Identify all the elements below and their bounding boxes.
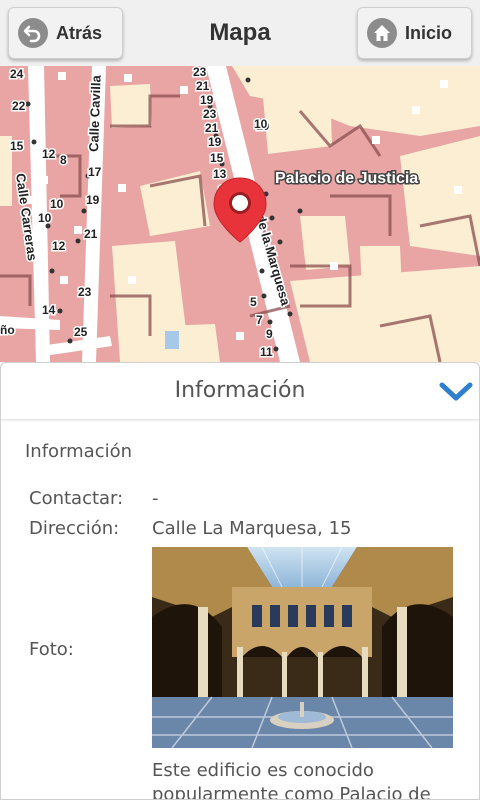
map-number: 19 <box>208 135 222 149</box>
map-number: 23 <box>78 285 92 299</box>
info-panel: Información Información Contactar: - Dir… <box>0 362 480 800</box>
place-label: Palacio de Justicia <box>275 170 418 187</box>
photo-label: Foto: <box>29 639 74 660</box>
street-label-cavilla: Calle Cavilla <box>86 74 104 152</box>
map-view[interactable]: 24 22 23 21 19 23 21 19 10 15 13 17 17 1… <box>0 66 480 362</box>
map-number: ño <box>0 323 15 337</box>
map-number: 19 <box>86 193 100 207</box>
map-number: 13 <box>213 167 227 181</box>
back-button[interactable]: Atrás <box>8 7 123 59</box>
map-number: 11 <box>260 345 273 359</box>
map-number: 12 <box>52 239 66 253</box>
map-number: 10 <box>38 211 52 225</box>
home-button-label: Inicio <box>405 22 453 43</box>
map-number: 21 <box>205 121 219 135</box>
map-number: 22 <box>12 99 26 113</box>
map-number: 24 <box>10 67 24 81</box>
map-number: 23 <box>193 66 207 79</box>
top-bar: Mapa Atrás Inicio <box>0 0 480 67</box>
home-icon <box>367 18 397 48</box>
map-number: 5 <box>250 295 257 309</box>
map-canvas: 24 22 23 21 19 23 21 19 10 15 13 17 17 1… <box>0 66 480 362</box>
map-number: 9 <box>266 327 273 341</box>
map-number: 15 <box>10 139 24 153</box>
chevron-down-icon[interactable] <box>439 379 473 403</box>
map-number: 21 <box>84 227 98 241</box>
info-panel-header[interactable]: Información <box>1 363 479 420</box>
contact-value: - <box>152 488 159 509</box>
contact-label: Contactar: <box>29 488 124 509</box>
map-number: 12 <box>42 147 56 161</box>
info-panel-title: Información <box>174 378 306 403</box>
home-button[interactable]: Inicio <box>357 7 472 59</box>
back-arrow-icon <box>18 18 48 48</box>
map-number: 17 <box>88 165 102 179</box>
map-number: 23 <box>203 107 217 121</box>
section-title: Información <box>25 441 133 462</box>
back-button-label: Atrás <box>56 22 103 43</box>
map-number: 10 <box>254 117 268 131</box>
map-number: 15 <box>210 151 224 165</box>
map-number: 25 <box>74 325 88 339</box>
map-number: 14 <box>42 303 56 317</box>
map-number: 8 <box>60 153 67 167</box>
description-text: Este edificio es conocido popularmente c… <box>152 760 431 800</box>
address-label: Dirección: <box>29 518 120 539</box>
building-photo[interactable] <box>152 547 453 748</box>
map-number: 10 <box>50 197 64 211</box>
address-value: Calle La Marquesa, 15 <box>152 518 352 539</box>
map-number: 21 <box>196 79 210 93</box>
map-number: 19 <box>200 93 214 107</box>
map-number: 7 <box>256 313 263 327</box>
